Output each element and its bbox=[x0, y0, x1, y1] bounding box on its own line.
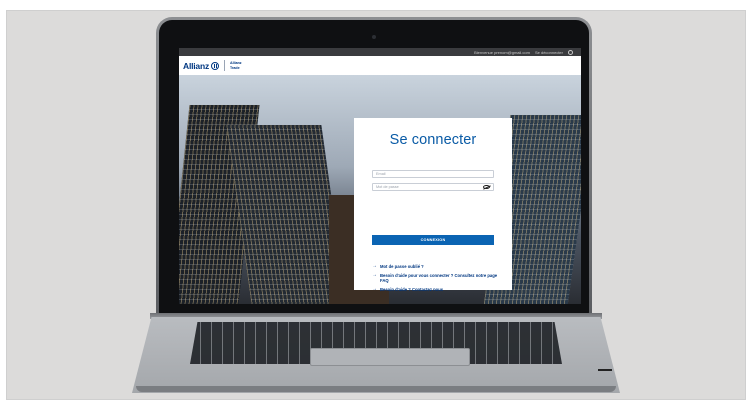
globe-icon[interactable] bbox=[568, 49, 573, 55]
allianz-eagle-icon bbox=[211, 61, 219, 70]
status-light bbox=[598, 369, 612, 371]
laptop-lid: Bienvenue prenom@gmail.com Se déconnecte… bbox=[156, 17, 592, 317]
welcome-email: Bienvenue prenom@gmail.com bbox=[474, 49, 530, 55]
arrow-right-icon: → bbox=[372, 263, 377, 269]
sub-line-1: Allianz bbox=[230, 61, 242, 66]
laptop-screen: Bienvenue prenom@gmail.com Se déconnecte… bbox=[179, 48, 581, 304]
email-field[interactable]: Email bbox=[372, 170, 494, 178]
password-placeholder: Mot de passe bbox=[376, 185, 399, 189]
screen-bezel: Bienvenue prenom@gmail.com Se déconnecte… bbox=[159, 20, 589, 314]
forgot-password-link[interactable]: → Mot de passe oublié ? bbox=[372, 263, 500, 270]
laptop-foot bbox=[136, 386, 616, 392]
faq-label: Besoin d'aide pour vous connecter ? Cons… bbox=[380, 273, 498, 283]
faq-link[interactable]: → Besoin d'aide pour vous connecter ? Co… bbox=[372, 272, 500, 284]
arrow-right-icon: → bbox=[372, 286, 377, 292]
allianz-trade-label: Allianz Trade bbox=[230, 61, 242, 70]
email-placeholder: Email bbox=[376, 172, 386, 176]
arrow-right-icon: → bbox=[372, 272, 377, 278]
brand-name: Allianz bbox=[183, 60, 209, 71]
allianz-logo[interactable]: Allianz bbox=[183, 61, 219, 71]
help-links: → Mot de passe oublié ? → Besoin d'aide … bbox=[372, 264, 500, 296]
forgot-password-label: Mot de passe oublié ? bbox=[380, 264, 424, 269]
contact-link[interactable]: → Besoin d'aide ? Contactez nous bbox=[372, 286, 500, 293]
trackpad bbox=[310, 348, 470, 366]
contact-label: Besoin d'aide ? Contactez nous bbox=[380, 287, 444, 292]
connexion-button[interactable]: CONNEXION bbox=[372, 235, 494, 245]
logout-link[interactable]: Se déconnecter bbox=[535, 50, 563, 55]
login-card: Se connecter Email Mot de passe CONNEXIO… bbox=[354, 118, 512, 292]
password-field[interactable]: Mot de passe bbox=[372, 183, 494, 191]
site-header: Allianz Allianz Trade bbox=[179, 56, 581, 75]
utility-bar: Bienvenue prenom@gmail.com Se déconnecte… bbox=[179, 48, 581, 56]
logo-divider bbox=[224, 60, 225, 71]
eye-slash-icon[interactable] bbox=[483, 185, 490, 189]
sub-line-2: Trade bbox=[230, 65, 240, 70]
webcam bbox=[372, 35, 376, 39]
login-title: Se connecter bbox=[389, 132, 477, 148]
